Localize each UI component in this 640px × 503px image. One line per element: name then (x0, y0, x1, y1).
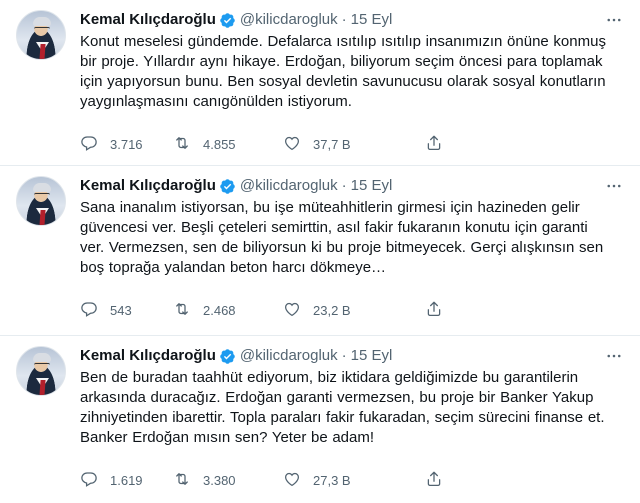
avatar[interactable] (16, 346, 66, 396)
avatar-tie (39, 44, 46, 59)
like-count: 37,7 B (313, 136, 351, 152)
tweet-header: Kemal Kılıçdaroğlu @kilicdarogluk · 15 E… (80, 346, 624, 366)
separator-dot: · (341, 11, 347, 28)
tweet-text: Sana inanalım istiyorsan, bu işe müteahh… (80, 199, 604, 276)
avatar-glasses (34, 27, 50, 31)
verified-badge-icon (219, 178, 236, 195)
author-handle[interactable]: @kilicdarogluk (240, 176, 338, 196)
tweet-content: Kemal Kılıçdaroğlu @kilicdarogluk · 15 E… (80, 346, 624, 503)
author-handle[interactable]: @kilicdarogluk (240, 346, 338, 366)
tweet-text: Ben de buradan taahhüt ediyorum, biz ikt… (80, 369, 605, 446)
avatar-glasses (34, 193, 50, 197)
like-count: 23,2 B (313, 302, 351, 318)
reply-button[interactable]: 3.716 (80, 134, 173, 155)
tweet-actions: 543 2.468 23,2 B (80, 300, 624, 320)
author-handle[interactable]: @kilicdarogluk (240, 10, 338, 30)
author-name[interactable]: Kemal Kılıçdaroğlu (80, 10, 216, 30)
retweet-count: 3.380 (203, 472, 236, 488)
reply-count: 543 (110, 302, 132, 318)
avatar-glasses (34, 363, 50, 367)
heart-icon (283, 300, 301, 321)
avatar[interactable] (16, 176, 66, 226)
avatar-tie (39, 380, 46, 395)
tweet-date[interactable]: 15 Eyl (351, 346, 393, 366)
reply-icon (80, 470, 98, 491)
heart-icon (283, 470, 301, 491)
author-name[interactable]: Kemal Kılıçdaroğlu (80, 176, 216, 196)
tweet-content: Kemal Kılıçdaroğlu @kilicdarogluk · 15 E… (80, 176, 624, 335)
tweet-date[interactable]: 15 Eyl (351, 176, 393, 196)
tweet[interactable]: Kemal Kılıçdaroğlu @kilicdarogluk · 15 E… (0, 166, 640, 336)
more-options-icon[interactable] (604, 176, 624, 196)
avatar-column (16, 346, 80, 503)
tweet[interactable]: Kemal Kılıçdaroğlu @kilicdarogluk · 15 E… (0, 336, 640, 503)
author-name[interactable]: Kemal Kılıçdaroğlu (80, 346, 216, 366)
separator-dot: · (341, 347, 347, 364)
avatar-tie (39, 210, 46, 225)
tweet-actions: 1.619 3.380 27,3 B (80, 470, 624, 490)
avatar-column (16, 10, 80, 165)
share-button[interactable] (425, 470, 443, 491)
retweet-button[interactable]: 4.855 (173, 134, 283, 155)
retweet-icon (173, 470, 191, 491)
tweet-date[interactable]: 15 Eyl (351, 10, 393, 30)
tweet-header: Kemal Kılıçdaroğlu @kilicdarogluk · 15 E… (80, 176, 624, 196)
separator-dot: · (341, 177, 347, 194)
share-icon (425, 300, 443, 321)
retweet-button[interactable]: 3.380 (173, 470, 283, 491)
tweet-actions: 3.716 4.855 37,7 B (80, 134, 624, 154)
avatar-column (16, 176, 80, 335)
share-button[interactable] (425, 300, 443, 321)
retweet-count: 2.468 (203, 302, 236, 318)
reply-button[interactable]: 543 (80, 300, 173, 321)
share-icon (425, 134, 443, 155)
reply-count: 1.619 (110, 472, 143, 488)
heart-icon (283, 134, 301, 155)
like-button[interactable]: 27,3 B (283, 470, 418, 491)
share-icon (425, 470, 443, 491)
reply-count: 3.716 (110, 136, 143, 152)
retweet-button[interactable]: 2.468 (173, 300, 283, 321)
retweet-count: 4.855 (203, 136, 236, 152)
avatar-hair (33, 17, 51, 26)
avatar-hair (33, 353, 51, 362)
like-button[interactable]: 37,7 B (283, 134, 418, 155)
tweet[interactable]: Kemal Kılıçdaroğlu @kilicdarogluk · 15 E… (0, 0, 640, 166)
tweet-text: Konut meselesi gündemde. Defalarca ısıtı… (80, 33, 606, 110)
retweet-icon (173, 300, 191, 321)
tweet-header: Kemal Kılıçdaroğlu @kilicdarogluk · 15 E… (80, 10, 624, 30)
tweet-thread: Kemal Kılıçdaroğlu @kilicdarogluk · 15 E… (0, 0, 640, 503)
like-button[interactable]: 23,2 B (283, 300, 418, 321)
more-options-icon[interactable] (604, 346, 624, 366)
tweet-content: Kemal Kılıçdaroğlu @kilicdarogluk · 15 E… (80, 10, 624, 165)
more-options-icon[interactable] (604, 10, 624, 30)
like-count: 27,3 B (313, 472, 351, 488)
reply-icon (80, 134, 98, 155)
verified-badge-icon (219, 348, 236, 365)
verified-badge-icon (219, 12, 236, 29)
share-button[interactable] (425, 134, 443, 155)
retweet-icon (173, 134, 191, 155)
reply-icon (80, 300, 98, 321)
avatar-hair (33, 183, 51, 192)
avatar[interactable] (16, 10, 66, 60)
reply-button[interactable]: 1.619 (80, 470, 173, 491)
